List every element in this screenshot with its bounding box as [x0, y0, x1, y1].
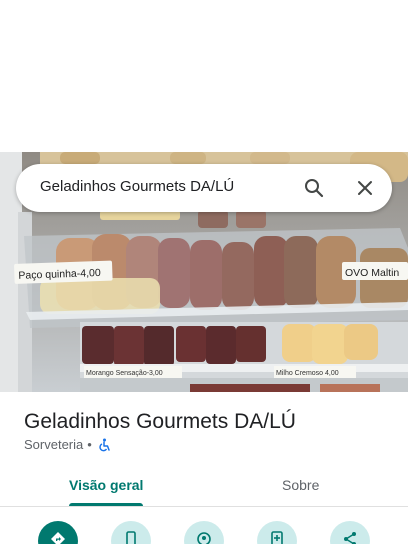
search-bar[interactable]: Geladinhos Gourmets DA/LÚ	[16, 164, 392, 212]
share-icon	[344, 532, 356, 544]
location-icon	[197, 532, 211, 544]
tab-overview[interactable]: Visão geral	[69, 477, 143, 493]
shelf-label-right: Milho Cremoso 4,00	[274, 366, 356, 378]
separator-dot: •	[87, 437, 92, 452]
directions-icon	[51, 532, 65, 544]
add-to-phone-icon	[271, 531, 283, 544]
share-button[interactable]	[330, 521, 370, 544]
directions-button[interactable]	[38, 521, 78, 544]
svg-text:OVO Maltin: OVO Maltin	[345, 267, 399, 279]
tray-label-left: Paço quinha-4,00	[14, 260, 113, 284]
tray-label-right: OVO Maltin	[342, 262, 408, 280]
wheelchair-icon	[97, 438, 111, 452]
phone-icon	[126, 531, 136, 544]
map-blank-area	[0, 0, 408, 152]
tabs-divider	[0, 506, 408, 507]
call-button[interactable]	[111, 521, 151, 544]
place-title: Geladinhos Gourmets DA/LÚ	[24, 410, 296, 433]
place-category-row: Sorveteria •	[24, 437, 111, 452]
search-query[interactable]: Geladinhos Gourmets DA/LÚ	[40, 178, 234, 195]
send-to-phone-button[interactable]	[257, 521, 297, 544]
tab-about[interactable]: Sobre	[282, 477, 319, 493]
shelf-label-left: Morango Sensação-3,00	[84, 366, 182, 378]
svg-text:Morango Sensação-3,00: Morango Sensação-3,00	[86, 370, 163, 377]
save-location-button[interactable]	[184, 521, 224, 544]
place-category: Sorveteria	[24, 437, 84, 452]
svg-text:Milho Cremoso 4,00: Milho Cremoso 4,00	[276, 370, 339, 377]
search-icon[interactable]	[302, 176, 326, 200]
close-icon[interactable]	[353, 176, 377, 200]
